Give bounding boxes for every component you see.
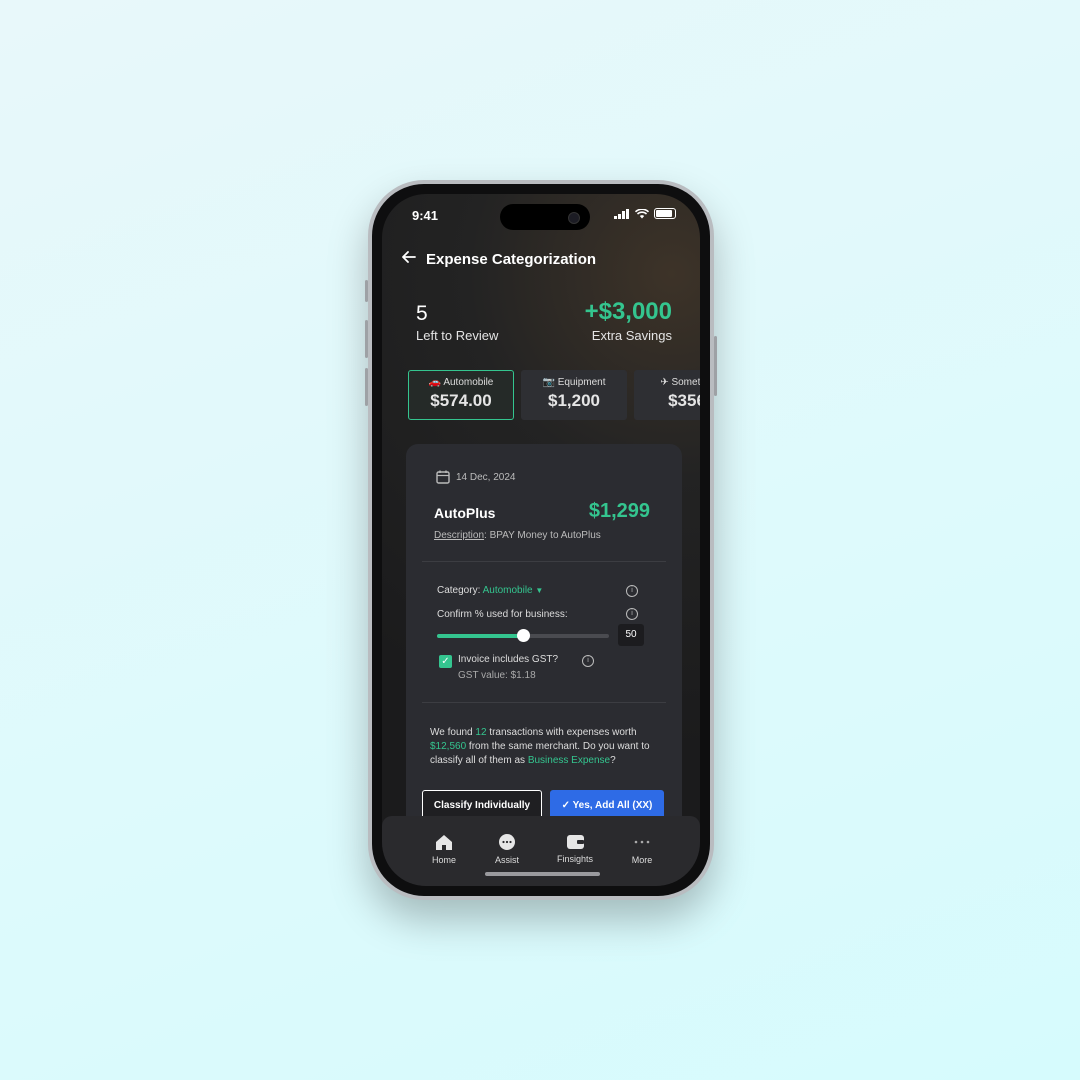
transaction-date: 14 Dec, 2024: [456, 471, 516, 483]
category-chip-amount: $1,200: [548, 391, 600, 410]
gst-question: Invoice includes GST?: [458, 654, 559, 665]
divider: [422, 702, 666, 703]
plane-icon: ✈: [660, 377, 669, 388]
extra-savings-label: Extra Savings: [591, 328, 672, 343]
extra-savings-value: +$3,000: [584, 298, 672, 325]
business-percent-slider[interactable]: [437, 629, 609, 642]
transaction-description: Description: BPAY Money to AutoPlus: [434, 530, 601, 541]
header: Expense Categorization: [402, 250, 596, 268]
chat-icon: [499, 834, 515, 850]
bottom-tab-bar: Home Assist Finsights More: [382, 816, 700, 886]
left-to-review: 5 Left to Review: [416, 302, 498, 343]
camera-icon: [568, 212, 580, 224]
left-to-review-label: Left to Review: [416, 328, 499, 343]
category-chip-amount: $574.00: [430, 391, 492, 410]
camera-icon: 📷: [542, 377, 555, 388]
phone-bezel: 9:41 Expense Categorization 5 Left to Re…: [372, 184, 710, 896]
category-chip-label: ✈ Somethin: [660, 377, 700, 388]
action-button: [365, 280, 368, 302]
category-chip-label: 🚗 Automobile: [428, 377, 494, 388]
slider-fill: [437, 634, 523, 638]
more-icon: [634, 840, 650, 844]
status-time: 9:41: [412, 208, 439, 223]
category-chip-equipment[interactable]: 📷 Equipment $1,200: [521, 370, 627, 420]
category-dropdown[interactable]: Automobile ▼: [483, 585, 544, 596]
business-percent-value[interactable]: 50: [618, 624, 644, 646]
tab-more[interactable]: More: [612, 834, 672, 865]
home-icon: [436, 835, 452, 850]
tab-home[interactable]: Home: [414, 834, 474, 865]
dynamic-island: [500, 204, 590, 230]
calendar-icon: [436, 470, 450, 484]
category-row: Category: Automobile ▼: [437, 585, 543, 596]
transaction-card: 14 Dec, 2024 AutoPlus $1,299 Description…: [406, 444, 682, 864]
home-indicator: [485, 872, 600, 876]
merchant-name: AutoPlus: [434, 505, 496, 521]
category-chip-automobile[interactable]: 🚗 Automobile $574.00: [408, 370, 514, 420]
category-chip-something[interactable]: ✈ Somethin $356: [634, 370, 700, 420]
transaction-amount: $1,299: [588, 500, 650, 522]
category-chips: 🚗 Automobile $574.00 📷 Equipment $1,200 …: [408, 370, 700, 420]
info-icon[interactable]: i: [626, 585, 638, 597]
page-title: Expense Categorization: [426, 250, 597, 268]
bulk-suggestion-text: We found 12 transactions with expenses w…: [430, 727, 650, 766]
tab-assist[interactable]: Assist: [477, 834, 537, 865]
transaction-count: 12: [475, 727, 487, 738]
transaction-date-row: 14 Dec, 2024: [436, 470, 516, 484]
description-key: Description: [434, 530, 485, 541]
caret-down-icon: ▼: [535, 586, 544, 595]
status-icons: [614, 208, 676, 219]
volume-down-button: [365, 368, 368, 406]
tab-finsights[interactable]: Finsights: [545, 834, 605, 864]
wallet-icon: [566, 835, 584, 849]
divider: [422, 561, 666, 562]
expense-type: Business Expense: [527, 755, 611, 766]
category-chip-label: 📷 Equipment: [542, 377, 606, 388]
screen: 9:41 Expense Categorization 5 Left to Re…: [382, 194, 700, 886]
power-button: [714, 336, 717, 396]
volume-up-button: [365, 320, 368, 358]
gst-checkbox[interactable]: ✓: [439, 655, 452, 668]
check-icon: ✓: [561, 799, 573, 811]
left-to-review-count: 5: [416, 302, 428, 325]
total-worth: $12,560: [430, 741, 467, 752]
phone-frame: 9:41 Expense Categorization 5 Left to Re…: [365, 180, 717, 900]
info-icon[interactable]: i: [626, 608, 638, 620]
battery-icon: [654, 208, 676, 219]
info-icon[interactable]: i: [582, 655, 594, 667]
category-label: Category:: [437, 585, 481, 596]
car-icon: 🚗: [428, 377, 442, 388]
signal-icon: [614, 208, 629, 219]
extra-savings: +$3,000 Extra Savings: [585, 298, 672, 343]
confirm-business-label: Confirm % used for business:: [437, 609, 568, 620]
category-chip-amount: $356: [668, 391, 700, 410]
wifi-icon: [635, 208, 649, 218]
back-arrow-icon[interactable]: [402, 250, 416, 268]
description-value: : BPAY Money to AutoPlus: [484, 530, 601, 541]
slider-thumb[interactable]: [517, 629, 530, 642]
gst-value: GST value: $1.18: [458, 670, 536, 681]
